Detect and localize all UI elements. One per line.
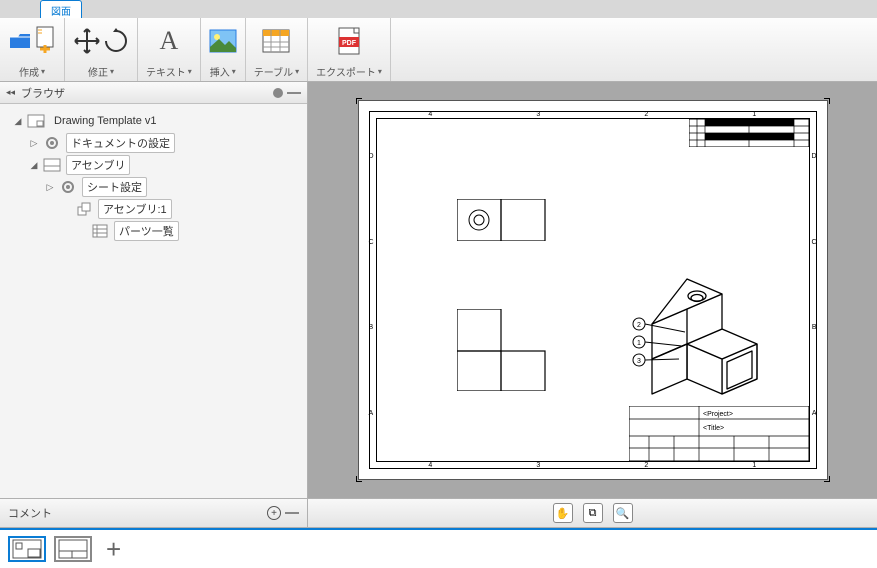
ribbon-table[interactable]: テーブル: [246, 18, 308, 81]
row-label: B: [369, 324, 374, 331]
rotate-icon: [103, 28, 129, 54]
toggle-icon[interactable]: ▷: [28, 138, 40, 149]
sheet-new-icon: [34, 25, 56, 57]
tree-assembly[interactable]: ◢ アセンブリ: [4, 154, 303, 176]
svg-text:<Project>: <Project>: [703, 411, 733, 418]
collapse-icon[interactable]: ◂◂: [6, 87, 15, 98]
isometric-view: 2 1 3: [627, 274, 787, 404]
ribbon-export-label: エクスポート: [316, 64, 382, 79]
drawing-sheet: 4 3 2 1 4 3 2 1 D C B A D C: [358, 100, 828, 480]
text-icon: A: [159, 26, 178, 56]
panel-minimize-icon[interactable]: [285, 512, 299, 514]
balloon-2: 2: [637, 322, 641, 329]
top-view: [457, 199, 547, 241]
row-label: C: [811, 239, 816, 246]
browser-header: ◂◂ ブラウザ: [0, 82, 307, 104]
tree-sheet-settings-label: シート設定: [82, 177, 147, 197]
sheet-thumb-active[interactable]: [8, 536, 46, 562]
tree-sheet-settings[interactable]: ▷ シート設定: [4, 176, 303, 198]
folder-icon: [8, 29, 32, 53]
ribbon-table-label: テーブル: [254, 64, 299, 79]
pdf-icon: PDF: [336, 27, 362, 55]
row-label: A: [812, 410, 817, 417]
row-label: A: [369, 410, 374, 417]
balloon-1: 1: [637, 340, 641, 347]
add-sheet-button[interactable]: +: [100, 534, 127, 565]
ribbon-insert-label: 挿入: [210, 64, 236, 79]
tree-doc-settings[interactable]: ▷ ドキュメントの設定: [4, 132, 303, 154]
row-label: D: [369, 153, 374, 160]
col-label: 3: [536, 111, 540, 118]
tree-assembly-1[interactable]: ▷ アセンブリ:1: [4, 198, 303, 220]
comments-panel-header: コメント +: [0, 499, 308, 527]
tree-parts-list[interactable]: ▷ パーツ一覧: [4, 220, 303, 242]
browser-panel: ◂◂ ブラウザ ◢ Drawing Template v1 ▷ ドキュメントの設…: [0, 82, 308, 498]
tab-strip: 図面: [0, 0, 877, 18]
gear-icon: [44, 135, 60, 151]
comments-bar: コメント + ✋ ⧉ 🔍: [0, 498, 877, 528]
panel-menu-icon[interactable]: [273, 88, 283, 98]
table-icon: [262, 29, 290, 53]
list-icon: [92, 224, 108, 238]
browser-title: ブラウザ: [21, 85, 65, 101]
panel-minimize-icon[interactable]: [287, 92, 301, 94]
row-label: B: [812, 324, 817, 331]
ribbon-create-label: 作成: [19, 64, 45, 79]
ribbon-text-label: テキスト: [146, 64, 192, 79]
col-label: 1: [752, 462, 756, 469]
drawing-canvas[interactable]: 4 3 2 1 4 3 2 1 D C B A D C: [308, 82, 877, 498]
ribbon: 作成 修正 A テキスト 挿入 テーブル PDF エクスポート: [0, 18, 877, 82]
component-icon: [76, 201, 92, 217]
drawing-icon: [27, 114, 45, 128]
toggle-icon[interactable]: ◢: [28, 160, 40, 171]
comments-label: コメント: [8, 505, 52, 521]
row-label: D: [811, 153, 816, 160]
tree-root[interactable]: ◢ Drawing Template v1: [4, 110, 303, 132]
ribbon-modify-label: 修正: [88, 64, 114, 79]
front-view: [457, 309, 547, 391]
tree-assembly-1-label: アセンブリ:1: [98, 199, 172, 219]
col-label: 4: [428, 462, 432, 469]
ribbon-modify[interactable]: 修正: [65, 18, 138, 81]
balloon-3: 3: [637, 358, 641, 365]
title-block: <Project> <Title>: [629, 406, 809, 461]
ribbon-text[interactable]: A テキスト: [138, 18, 201, 81]
svg-text:<Title>: <Title>: [703, 425, 724, 432]
row-label: C: [369, 239, 374, 246]
revision-table: [689, 119, 809, 147]
tree-root-label: Drawing Template v1: [50, 114, 161, 128]
pan-icon[interactable]: ✋: [553, 503, 573, 523]
tree-parts-list-label: パーツ一覧: [114, 221, 179, 241]
ribbon-create[interactable]: 作成: [0, 18, 65, 81]
move-icon: [73, 27, 101, 55]
tab-drawing[interactable]: 図面: [40, 0, 82, 18]
toggle-icon[interactable]: ▷: [44, 182, 56, 193]
ribbon-insert[interactable]: 挿入: [201, 18, 246, 81]
toggle-icon[interactable]: ◢: [12, 116, 24, 127]
svg-text:PDF: PDF: [342, 40, 357, 47]
zoom-window-icon[interactable]: ⧉: [583, 503, 603, 523]
image-icon: [209, 29, 237, 53]
col-label: 4: [428, 111, 432, 118]
tree-assembly-label: アセンブリ: [66, 155, 130, 175]
col-label: 1: [752, 111, 756, 118]
tree-doc-settings-label: ドキュメントの設定: [66, 133, 175, 153]
zoom-fit-icon[interactable]: 🔍: [613, 503, 633, 523]
ribbon-export[interactable]: PDF エクスポート: [308, 18, 391, 81]
gear-icon: [60, 179, 76, 195]
sheet-icon: [43, 158, 61, 172]
sheet-strip: +: [0, 528, 877, 568]
browser-tree: ◢ Drawing Template v1 ▷ ドキュメントの設定 ◢ アセンブ…: [0, 104, 307, 248]
col-label: 3: [536, 462, 540, 469]
col-label: 2: [644, 462, 648, 469]
add-comment-icon[interactable]: +: [267, 506, 281, 520]
main-area: ◂◂ ブラウザ ◢ Drawing Template v1 ▷ ドキュメントの設…: [0, 82, 877, 498]
sheet-thumb[interactable]: [54, 536, 92, 562]
col-label: 2: [644, 111, 648, 118]
